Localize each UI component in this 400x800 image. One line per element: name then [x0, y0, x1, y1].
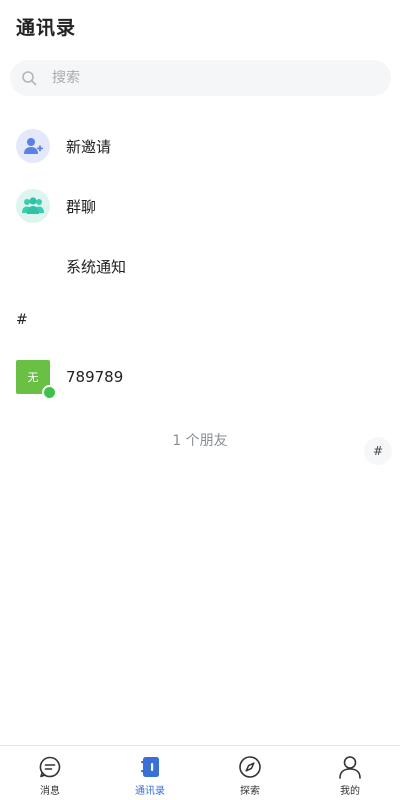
search-icon [20, 69, 38, 87]
online-status-dot [42, 385, 57, 400]
section-header: # [16, 312, 28, 328]
contact-name: 789789 [66, 368, 124, 386]
add-user-icon [16, 129, 50, 163]
group-chat-item[interactable]: 群聊 [16, 186, 384, 226]
chat-icon [38, 755, 62, 779]
page-title: 通讯录 [16, 16, 77, 39]
new-invites-label: 新邀请 [66, 137, 112, 156]
group-icon [16, 189, 50, 223]
index-bar-item[interactable]: # [364, 437, 392, 465]
tab-contacts[interactable]: 通讯录 [100, 746, 200, 800]
group-chat-label: 群聊 [66, 197, 97, 216]
page-header: 通讯录 [16, 12, 76, 40]
bottom-tab-bar: 消息 通讯录 探索 我的 [0, 745, 400, 800]
tab-messages[interactable]: 消息 [0, 746, 100, 800]
person-icon [338, 755, 362, 779]
friend-count: 1 个朋友 [172, 433, 228, 449]
system-notice-label: 系统通知 [66, 257, 127, 276]
avatar: 无 [16, 360, 57, 400]
compass-icon [238, 755, 262, 779]
tab-label: 探索 [240, 786, 260, 797]
new-invites-item[interactable]: 新邀请 [16, 126, 384, 166]
contacts-book-icon [138, 755, 162, 779]
tab-label: 消息 [40, 786, 60, 797]
tab-label: 我的 [340, 786, 360, 797]
tab-explore[interactable]: 探索 [200, 746, 300, 800]
tab-label: 通讯录 [135, 786, 165, 797]
search-bar[interactable] [10, 60, 391, 96]
contact-item[interactable]: 无 789789 [16, 359, 384, 400]
system-notice-item[interactable]: 系统通知 [16, 246, 384, 286]
search-input[interactable] [52, 70, 352, 86]
tab-me[interactable]: 我的 [300, 746, 400, 800]
avatar-text: 无 [27, 371, 39, 384]
